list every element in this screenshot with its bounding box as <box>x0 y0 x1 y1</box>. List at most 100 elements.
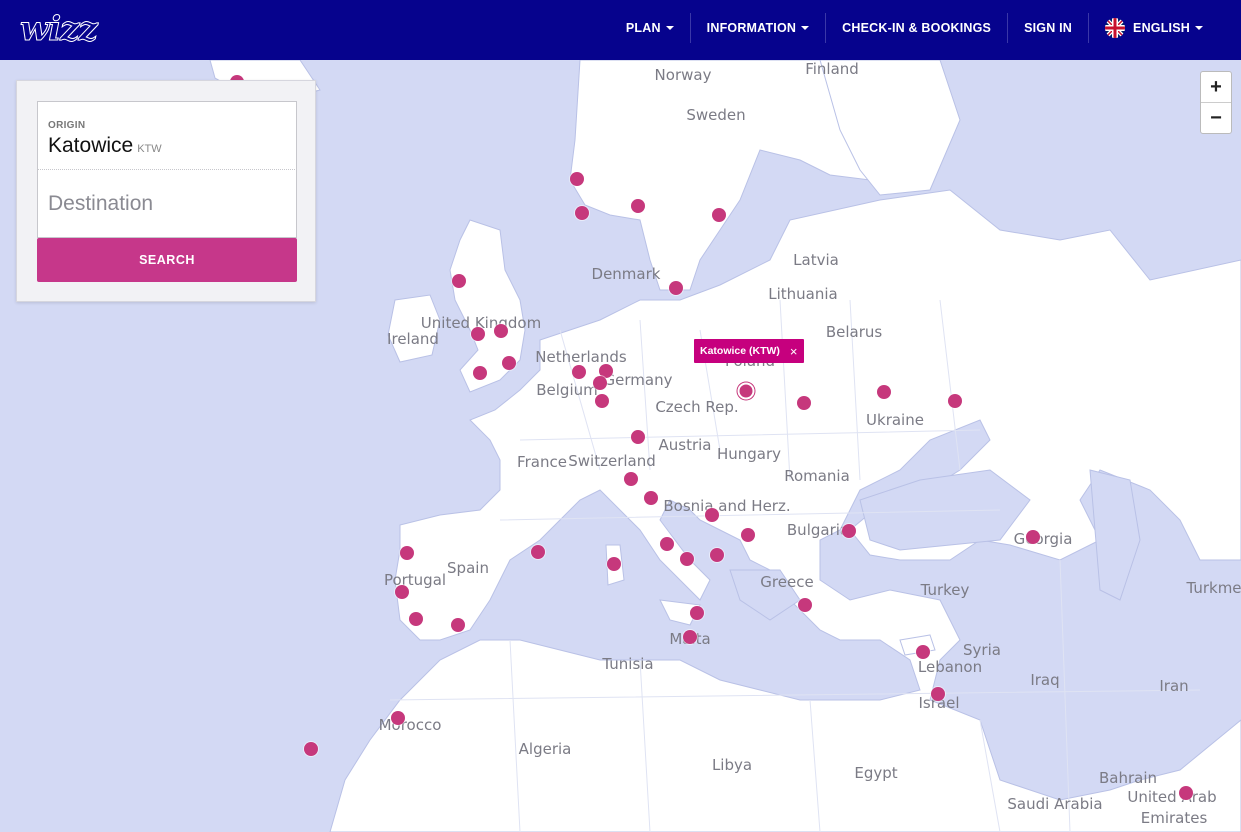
chevron-down-icon <box>665 26 674 30</box>
top-navigation-bar: wizz PLAN INFORMATION CHECK-IN & BOOKING… <box>0 0 1241 60</box>
destination-marker[interactable] <box>624 472 638 486</box>
country-label: Turkme <box>1186 579 1241 597</box>
destination-marker[interactable] <box>409 612 423 626</box>
country-label: Portugal <box>383 571 447 589</box>
destination-marker[interactable] <box>644 491 658 505</box>
zoom-in-button[interactable]: + <box>1201 72 1231 102</box>
destination-marker[interactable] <box>877 385 891 399</box>
country-label: Finland <box>805 60 859 78</box>
country-label: Czech Rep. <box>655 398 739 416</box>
country-label: Ukraine <box>866 411 924 429</box>
destination-marker[interactable] <box>531 545 545 559</box>
country-label: Lebanon <box>917 658 983 676</box>
destination-marker[interactable] <box>669 281 683 295</box>
destination-marker[interactable] <box>494 324 508 338</box>
country-label: Georgia <box>1013 530 1073 548</box>
country-label: United Arab <box>1127 788 1217 806</box>
flight-search-panel: ORIGIN KatowiceKTW SEARCH <box>16 80 316 302</box>
chevron-down-icon <box>801 26 810 30</box>
destination-marker[interactable] <box>631 199 645 213</box>
destination-marker[interactable] <box>683 630 697 644</box>
destination-marker[interactable] <box>680 552 694 566</box>
country-label: Bulgaria <box>786 521 850 539</box>
country-label: Saudi Arabia <box>1007 795 1103 813</box>
origin-popup-label: Katowice (KTW) <box>700 345 780 357</box>
country-label: Syria <box>963 641 1001 659</box>
country-label: Iran <box>1159 677 1189 695</box>
destination-marker[interactable] <box>1026 530 1040 544</box>
destination-input[interactable] <box>48 188 288 220</box>
nav-language-label: ENGLISH <box>1133 21 1190 35</box>
country-label: Algeria <box>518 740 572 758</box>
destination-marker[interactable] <box>631 430 645 444</box>
country-label: Greece <box>760 573 814 591</box>
destination-marker[interactable] <box>575 206 589 220</box>
destination-marker[interactable] <box>395 585 409 599</box>
search-button[interactable]: SEARCH <box>37 238 297 282</box>
origin-field[interactable]: ORIGIN Katowice KTW <box>37 101 297 180</box>
country-label: Sweden <box>686 106 746 124</box>
close-icon[interactable]: × <box>790 344 798 359</box>
destination-marker[interactable] <box>690 606 704 620</box>
nav-plan-label: PLAN <box>625 21 661 35</box>
destination-field[interactable] <box>37 169 297 238</box>
zoom-control: + − <box>1200 71 1232 134</box>
country-label: Tunisia <box>602 655 654 673</box>
nav-information[interactable]: INFORMATION <box>691 13 825 43</box>
destination-marker[interactable] <box>304 742 318 756</box>
nav-sign-in[interactable]: SIGN IN <box>1008 13 1088 43</box>
nav-plan[interactable]: PLAN <box>610 13 690 43</box>
destination-marker[interactable] <box>931 687 945 701</box>
destination-marker[interactable] <box>391 711 405 725</box>
origin-value: Katowice KTW <box>48 134 162 158</box>
country-label: Bosnia and Herz. <box>663 497 791 515</box>
country-label: Libya <box>711 756 753 774</box>
destination-marker[interactable] <box>660 537 674 551</box>
destination-marker[interactable] <box>741 528 755 542</box>
destination-marker[interactable] <box>797 396 811 410</box>
destination-marker[interactable] <box>842 524 856 538</box>
country-label: Iraq <box>1030 671 1060 689</box>
origin-label: ORIGIN <box>48 120 86 131</box>
destination-marker[interactable] <box>452 274 466 288</box>
destination-marker[interactable] <box>471 327 485 341</box>
destination-marker[interactable] <box>712 208 726 222</box>
nav-check-in-label: CHECK-IN & BOOKINGS <box>842 21 992 35</box>
destination-marker[interactable] <box>400 546 414 560</box>
country-label: Lithuania <box>768 285 838 303</box>
country-label: Bahrain <box>1098 769 1158 787</box>
country-label: Latvia <box>793 251 839 269</box>
nav-sign-in-label: SIGN IN <box>1024 21 1073 35</box>
country-label: Denmark <box>591 265 661 283</box>
nav-check-in-bookings[interactable]: CHECK-IN & BOOKINGS <box>826 13 1007 43</box>
uk-flag-icon <box>1105 18 1126 38</box>
nav-language[interactable]: ENGLISH <box>1089 13 1219 43</box>
destination-marker[interactable] <box>948 394 962 408</box>
destination-marker[interactable] <box>473 366 487 380</box>
wizz-logo[interactable]: wizz <box>20 10 102 49</box>
nav-information-label: INFORMATION <box>706 21 797 35</box>
country-label: Turkey <box>920 581 970 599</box>
country-label: Morocco <box>378 716 442 734</box>
destination-marker[interactable] <box>451 618 465 632</box>
destination-marker[interactable] <box>607 557 621 571</box>
origin-code: KTW <box>137 143 162 155</box>
origin-city: Katowice <box>48 134 134 157</box>
destination-marker[interactable] <box>710 548 724 562</box>
destination-marker[interactable] <box>798 598 812 612</box>
destination-marker[interactable] <box>705 508 719 522</box>
destination-marker[interactable] <box>595 394 609 408</box>
country-label: Austria <box>658 436 712 454</box>
country-label: Romania <box>784 467 850 485</box>
destination-marker[interactable] <box>502 356 516 370</box>
country-label: Switzerland <box>568 452 656 470</box>
destination-marker[interactable] <box>570 172 584 186</box>
origin-marker-katowice[interactable] <box>737 382 755 400</box>
destination-marker[interactable] <box>572 365 586 379</box>
zoom-out-button[interactable]: − <box>1201 102 1231 133</box>
destination-marker[interactable] <box>593 376 607 390</box>
country-label: Spain <box>447 559 489 577</box>
destination-marker[interactable] <box>1179 786 1193 800</box>
country-label: Egypt <box>854 764 898 782</box>
destination-marker[interactable] <box>916 645 930 659</box>
